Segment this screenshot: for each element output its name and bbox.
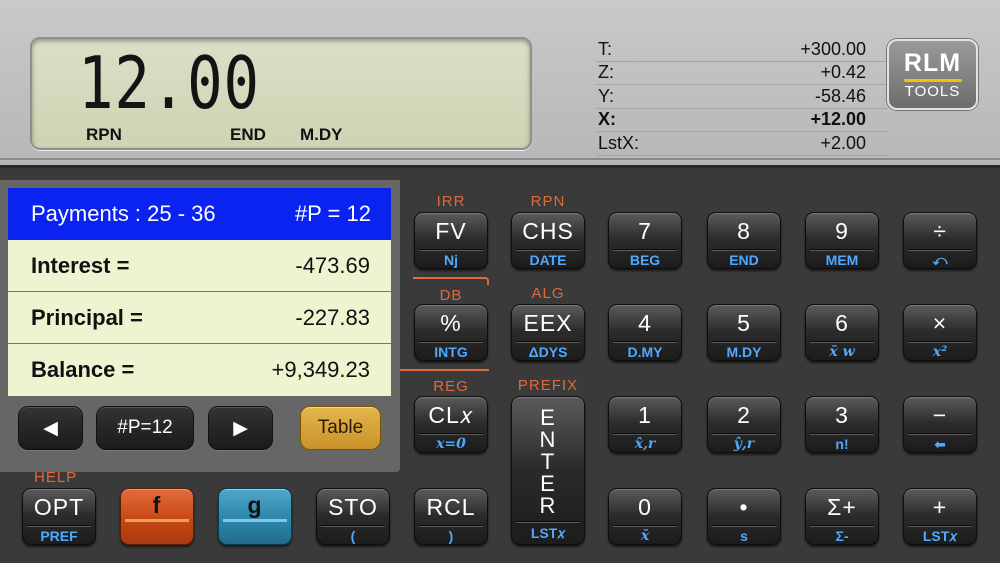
lcd-display: 12.00 RPN END M.DY (30, 37, 532, 150)
percent-key[interactable]: % INTG (414, 304, 488, 361)
enter-key[interactable]: ENTER LST𝑥 (511, 396, 585, 545)
stack-row-z: Z: +0.42 (596, 62, 888, 85)
next-period-button[interactable]: ▶ (208, 406, 273, 450)
rlm-tools-logo-button[interactable]: RLM TOOLS (887, 39, 978, 110)
annunciator-end: END (230, 125, 266, 144)
stack-register-list: T: +300.00 Z: +0.42 Y: -58.46 X: +12.00 LstX… (596, 38, 888, 156)
fv-key[interactable]: FV Nj (414, 212, 488, 269)
decimal-point-key[interactable]: • s (707, 488, 781, 545)
label-alg: ALG (531, 285, 565, 302)
f-shift-key[interactable]: f (120, 488, 194, 545)
divide-key[interactable]: ÷ ⤺ (903, 212, 977, 269)
chs-key[interactable]: CHS DATE (511, 212, 585, 269)
digit-1-key[interactable]: 1 x̂,r (608, 396, 682, 453)
stack-row-lstx: LstX: +2.00 (596, 132, 888, 156)
eex-key[interactable]: EEX ΔDYS (511, 304, 585, 361)
digit-2-key[interactable]: 2 ŷ,r (707, 396, 781, 453)
backspace-icon: ⬅ (934, 436, 946, 452)
label-irr: IRR (436, 193, 466, 210)
display-value: 12.00 (78, 41, 260, 125)
clx-key[interactable]: CL𝑥 x=0 (414, 396, 488, 453)
sigma-plus-key[interactable]: Σ+ Σ- (805, 488, 879, 545)
logo-underline (903, 79, 962, 82)
digit-0-key[interactable]: 0 x̄ (608, 488, 682, 545)
payments-count: #P = 12 (294, 201, 371, 226)
stack-row-x: X: +12.00 (596, 109, 888, 132)
annunciator-mdy: M.DY (300, 125, 343, 144)
digit-8-key[interactable]: 8 END (707, 212, 781, 269)
enter-label: ENTER (539, 405, 557, 518)
balance-row: Balance = +9,349.23 (31, 357, 370, 382)
label-prefix: PREFIX (517, 377, 579, 394)
sto-key[interactable]: STO( (316, 488, 390, 545)
digit-5-key[interactable]: 5 M.DY (707, 304, 781, 361)
multiply-key[interactable]: × x² (903, 304, 977, 361)
opt-key[interactable]: OPT PREF (22, 488, 96, 545)
label-rpn: RPN (530, 193, 566, 210)
add-key[interactable]: + LST𝑥 (903, 488, 977, 545)
label-db: DB (439, 287, 463, 304)
stack-row-t: T: +300.00 (596, 38, 888, 62)
divider-reg (400, 369, 489, 371)
subtract-key[interactable]: − ⬅ (903, 396, 977, 453)
digit-4-key[interactable]: 4 D.MY (608, 304, 682, 361)
amortization-table: Payments : 25 - 36 #P = 12 Interest = -47… (8, 188, 391, 396)
g-shift-key[interactable]: g (218, 488, 292, 545)
label-help: HELP (34, 469, 78, 486)
previous-period-button[interactable]: ◀ (18, 406, 83, 450)
principal-row: Principal = -227.83 (8, 292, 391, 344)
bracket-amort (413, 277, 489, 285)
digit-7-key[interactable]: 7 BEG (608, 212, 682, 269)
period-count-button[interactable]: #P=12 (96, 406, 194, 450)
digit-6-key[interactable]: 6 x̄ w (805, 304, 879, 361)
label-reg: REG (433, 378, 469, 395)
undo-icon: ⤺ (932, 252, 948, 268)
digit-3-key[interactable]: 3 n! (805, 396, 879, 453)
annunciator-rpn: RPN (86, 125, 122, 144)
digit-9-key[interactable]: 9 MEM (805, 212, 879, 269)
rcl-key[interactable]: RCL) (414, 488, 488, 545)
table-button[interactable]: Table (300, 406, 381, 450)
top-band: 12.00 RPN END M.DY T: +300.00 Z: +0.42 Y: -… (0, 0, 1000, 168)
logo-text-top: RLM (903, 49, 962, 77)
interest-row: Interest = -473.69 (8, 240, 391, 292)
logo-text-bottom: TOOLS (904, 83, 961, 100)
amortization-header: Payments : 25 - 36 #P = 12 (8, 188, 391, 240)
stack-row-y: Y: -58.46 (596, 85, 888, 109)
payments-range: Payments : 25 - 36 (31, 201, 216, 226)
